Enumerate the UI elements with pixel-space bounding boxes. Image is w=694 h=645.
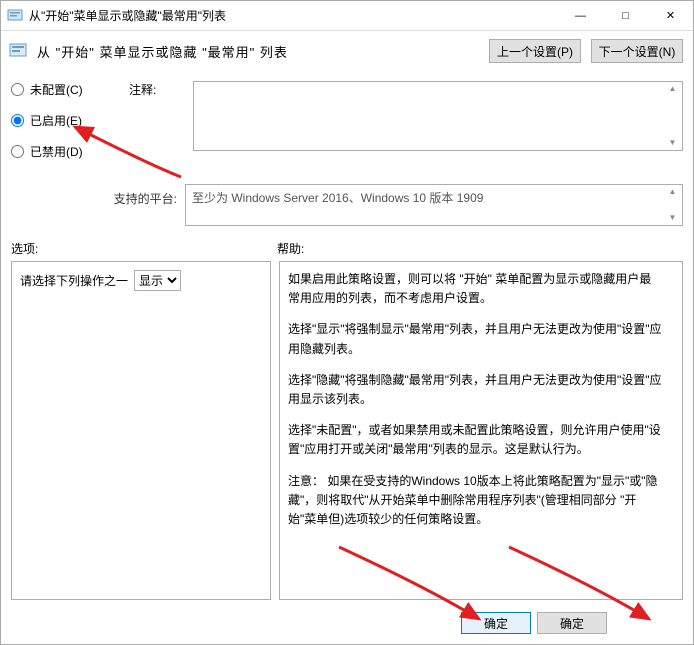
help-paragraph: 选择"显示"将强制显示"最常用"列表，并且用户无法更改为使用"设置"应用隐藏列表… (288, 320, 662, 358)
minimize-button[interactable]: — (558, 1, 603, 30)
supported-on-scrollbar[interactable]: ▲▼ (664, 186, 681, 224)
option-line: 请选择下列操作之一 显示 (20, 270, 262, 291)
close-button[interactable]: ✕ (648, 1, 693, 30)
window-title: 从"开始"菜单显示或隐藏"最常用"列表 (29, 7, 558, 24)
radio-enabled-label: 已启用(E) (30, 112, 82, 129)
help-paragraph: 选择"隐藏"将强制隐藏"最常用"列表，并且用户无法更改为使用"设置"应用显示该列… (288, 371, 662, 409)
main-split: 请选择下列操作之一 显示 如果启用此策略设置，则可以将 "开始" 菜单配置为显示… (1, 261, 693, 606)
maximize-button[interactable]: □ (603, 1, 648, 30)
notes-label: 注释: (129, 75, 185, 174)
next-setting-button[interactable]: 下一个设置(N) (591, 39, 683, 63)
radio-disabled-label: 已禁用(D) (30, 143, 83, 160)
titlebar[interactable]: 从"开始"菜单显示或隐藏"最常用"列表 — □ ✕ (1, 1, 693, 31)
options-label: 选项: (11, 240, 277, 257)
help-pane[interactable]: 如果启用此策略设置，则可以将 "开始" 菜单配置为显示或隐藏用户最常用应用的列表… (279, 261, 683, 600)
help-label: 帮助: (277, 240, 683, 257)
notes-scrollbar[interactable]: ▲▼ (664, 83, 681, 149)
options-pane: 请选择下列操作之一 显示 (11, 261, 271, 600)
radio-enabled-input[interactable] (11, 114, 24, 127)
policy-editor-window: 从"开始"菜单显示或隐藏"最常用"列表 — □ ✕ 从 "开始" 菜单显示或隐藏… (0, 0, 694, 645)
app-icon (7, 8, 23, 24)
supported-on-box: 至少为 Windows Server 2016、Windows 10 版本 19… (185, 184, 683, 226)
config-area: 未配置(C) 已启用(E) 已禁用(D) 注释: ▲▼ (1, 75, 693, 180)
help-paragraph: 注意： 如果在受支持的Windows 10版本上将此策略配置为"显示"或"隐藏"… (288, 472, 662, 530)
supported-on-text: 至少为 Windows Server 2016、Windows 10 版本 19… (192, 191, 483, 205)
supported-on-label: 支持的平台: (11, 184, 177, 207)
supported-on-row: 支持的平台: 至少为 Windows Server 2016、Windows 1… (1, 180, 693, 234)
button-row: 确定 确定 (1, 606, 693, 644)
option-dropdown[interactable]: 显示 (134, 270, 181, 291)
radio-not-configured[interactable]: 未配置(C) (11, 81, 121, 98)
policy-icon (9, 42, 27, 60)
button-spacer (11, 612, 455, 634)
header-row: 从 "开始" 菜单显示或隐藏 "最常用" 列表 上一个设置(P) 下一个设置(N… (1, 31, 693, 75)
policy-subtitle: 从 "开始" 菜单显示或隐藏 "最常用" 列表 (37, 42, 479, 61)
window-controls: — □ ✕ (558, 1, 693, 30)
mid-labels: 选项: 帮助: (1, 234, 693, 261)
notes-field-col: ▲▼ (193, 75, 683, 174)
radio-disabled[interactable]: 已禁用(D) (11, 143, 121, 160)
radio-disabled-input[interactable] (11, 145, 24, 158)
radio-not-configured-label: 未配置(C) (30, 81, 83, 98)
help-paragraph: 如果启用此策略设置，则可以将 "开始" 菜单配置为显示或隐藏用户最常用应用的列表… (288, 270, 662, 308)
radio-enabled[interactable]: 已启用(E) (11, 112, 121, 129)
ok-button[interactable]: 确定 (461, 612, 531, 634)
previous-setting-button[interactable]: 上一个设置(P) (489, 39, 581, 63)
notes-textarea[interactable]: ▲▼ (193, 81, 683, 151)
option-prompt: 请选择下列操作之一 (20, 272, 128, 289)
help-paragraph: 选择"未配置"，或者如果禁用或未配置此策略设置，则允许用户使用"设置"应用打开或… (288, 421, 662, 459)
ok-button-2[interactable]: 确定 (537, 612, 607, 634)
radio-column: 未配置(C) 已启用(E) 已禁用(D) (11, 75, 121, 174)
button-slot (613, 612, 683, 634)
radio-not-configured-input[interactable] (11, 83, 24, 96)
